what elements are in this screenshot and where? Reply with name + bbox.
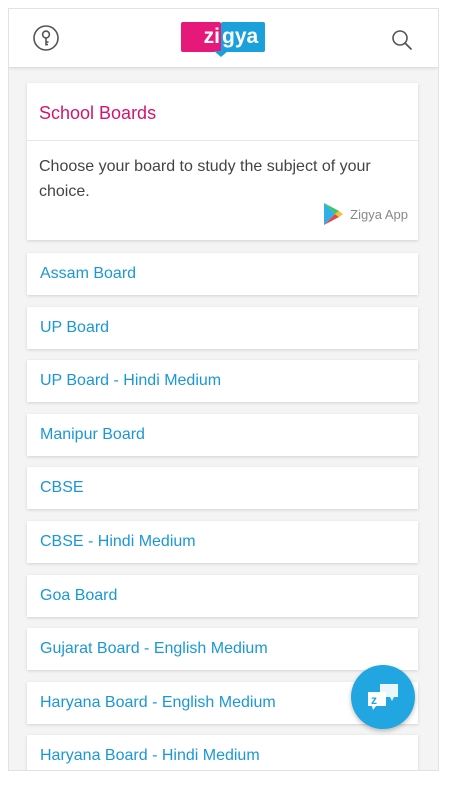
board-item-up[interactable]: UP Board [27, 307, 418, 349]
logo-tail [214, 51, 228, 57]
zigya-chat-icon: z [368, 684, 398, 710]
logo-right-text: gya [221, 22, 265, 52]
school-boards-card: School Boards Choose your board to study… [27, 83, 418, 240]
board-item-assam[interactable]: Assam Board [27, 253, 418, 295]
board-item-up-hindi[interactable]: UP Board - Hindi Medium [27, 360, 418, 402]
board-item-cbse-hindi[interactable]: CBSE - Hindi Medium [27, 521, 418, 563]
board-label: Assam Board [40, 265, 137, 282]
card-title: School Boards [39, 103, 157, 123]
chat-fab-button[interactable]: z [351, 665, 415, 729]
search-button[interactable] [389, 27, 415, 53]
board-item-goa[interactable]: Goa Board [27, 575, 418, 617]
top-bar: zi gya [9, 9, 438, 68]
board-item-cbse[interactable]: CBSE [27, 467, 418, 509]
login-button[interactable] [31, 23, 61, 53]
zigya-app-link[interactable]: Zigya App [322, 201, 408, 227]
board-label: CBSE [40, 479, 84, 496]
board-label: Goa Board [40, 587, 118, 604]
play-store-icon [324, 203, 344, 225]
board-item-manipur[interactable]: Manipur Board [27, 414, 418, 456]
zigya-logo[interactable]: zi gya [181, 22, 265, 57]
logo-left-text: zi [181, 22, 221, 52]
board-label: Haryana Board - Hindi Medium [40, 747, 260, 764]
zigya-app-label: Zigya App [350, 206, 408, 222]
search-icon [392, 30, 412, 50]
card-divider [27, 140, 418, 141]
board-label: Gujarat Board - English Medium [40, 640, 268, 657]
card-description: Choose your board to study the subject o… [39, 158, 371, 200]
board-label: UP Board [40, 319, 110, 336]
key-icon [33, 25, 59, 51]
board-label: Haryana Board - English Medium [40, 694, 276, 711]
board-label: UP Board - Hindi Medium [40, 372, 222, 389]
board-label: CBSE - Hindi Medium [40, 533, 196, 550]
board-item-gujarat-english[interactable]: Gujarat Board - English Medium [27, 628, 418, 670]
board-label: Manipur Board [40, 426, 145, 443]
app-frame: zi gya School Boards Choose your board t… [8, 8, 439, 771]
board-item-haryana-hindi[interactable]: Haryana Board - Hindi Medium [27, 735, 418, 770]
svg-text:z: z [371, 693, 377, 707]
